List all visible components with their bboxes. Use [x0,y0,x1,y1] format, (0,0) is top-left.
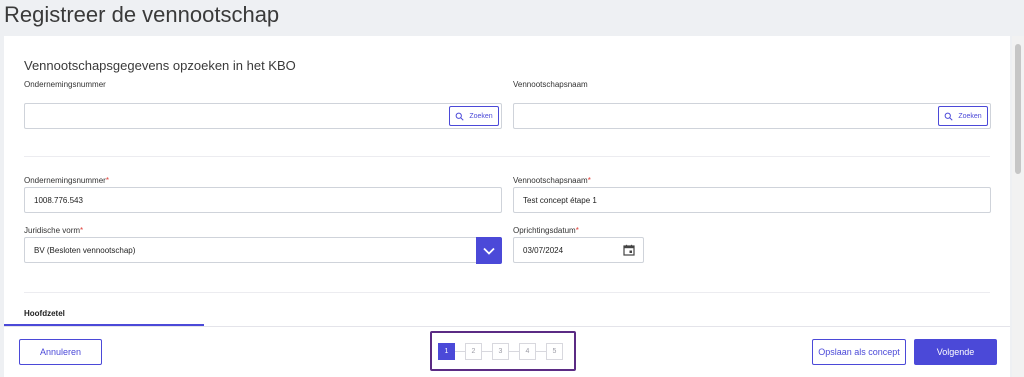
page-title: Registreer de vennootschap [4,2,280,27]
lookup-enterprise-search-button[interactable]: Zoeken [449,106,499,126]
step-connector [482,351,492,352]
enterprise-number-label: Ondernemingsnummer* [24,176,109,185]
search-button-label: Zoeken [958,112,982,120]
lookup-name-search-button[interactable]: Zoeken [938,106,988,126]
calendar-icon[interactable] [623,244,635,256]
search-button-label: Zoeken [469,112,493,120]
step-3[interactable]: 3 [492,343,509,360]
step-connector [509,351,519,352]
lookup-enterprise-number-label: Ondernemingsnummer [24,80,106,89]
search-icon [455,112,464,121]
step-4[interactable]: 4 [519,343,536,360]
legal-form-label: Juridische vorm* [24,226,84,235]
founding-date-label: Oprichtingsdatum* [513,226,579,235]
lookup-enterprise-number-input[interactable] [24,103,502,129]
section-divider [24,292,990,293]
section-divider [24,156,990,157]
lookup-section-heading: Vennootschapsgegevens opzoeken in het KB… [24,58,296,73]
tab-hoofdzetel[interactable]: Hoofdzetel [24,309,65,318]
step-connector [536,351,546,352]
search-icon [944,112,953,121]
legal-form-select[interactable]: BV (Besloten vennootschap) [24,237,502,263]
form-card [4,36,1010,326]
step-1[interactable]: 1 [438,343,455,360]
chevron-down-icon [483,247,495,255]
lookup-company-name-label: Vennootschapsnaam [513,80,588,89]
scrollbar-thumb[interactable] [1015,44,1021,174]
step-2[interactable]: 2 [465,343,482,360]
step-5[interactable]: 5 [546,343,563,360]
company-name-label: Vennootschapsnaam* [513,176,591,185]
company-name-input[interactable]: Test concept étape 1 [513,187,991,213]
save-draft-button[interactable]: Opslaan als concept [812,339,906,365]
vertical-scrollbar[interactable] [1012,36,1024,377]
enterprise-number-input[interactable]: 1008.776.543 [24,187,502,213]
next-button[interactable]: Volgende [914,339,997,365]
lookup-company-name-input[interactable] [513,103,991,129]
legal-form-dropdown-toggle[interactable] [476,237,502,264]
cancel-button[interactable]: Annuleren [19,339,102,365]
step-connector [455,351,465,352]
